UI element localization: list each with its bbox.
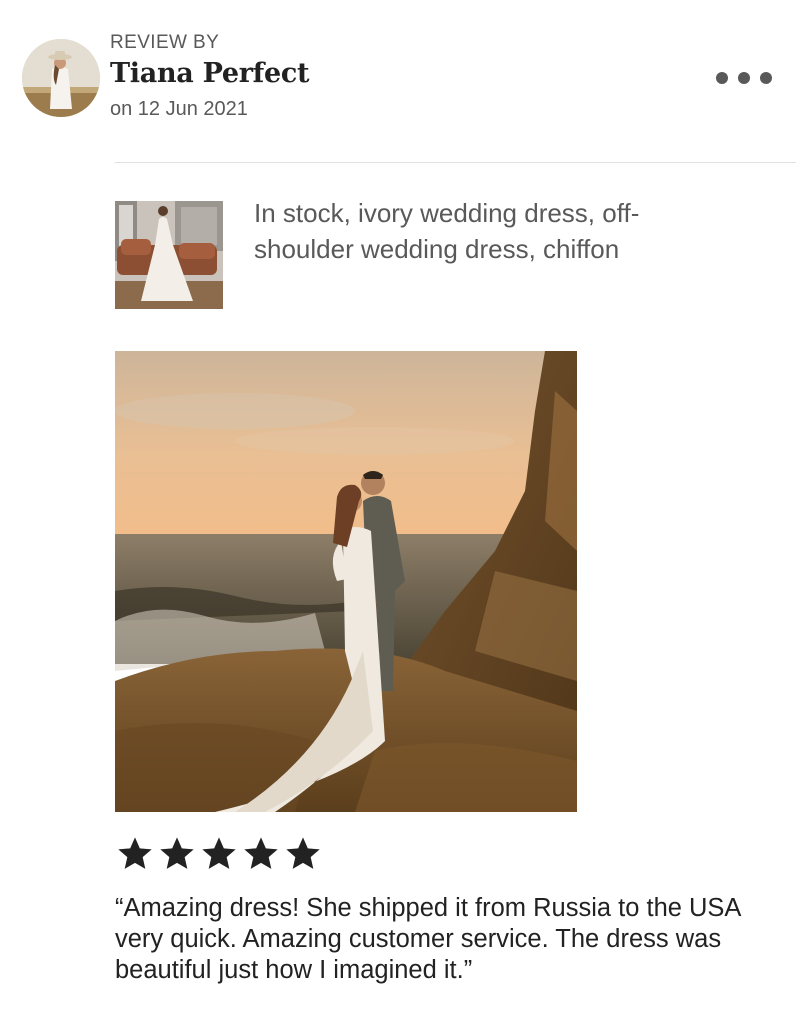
review-photo-image bbox=[115, 351, 577, 812]
review-photo[interactable] bbox=[115, 351, 577, 812]
review-by-label: REVIEW BY bbox=[110, 32, 220, 53]
divider bbox=[115, 162, 796, 163]
star-filled-icon bbox=[160, 837, 194, 869]
review-text: “Amazing dress! She shipped it from Russ… bbox=[115, 894, 741, 984]
listing-title-link[interactable]: In stock, ivory wedding dress, off-shoul… bbox=[254, 195, 734, 267]
star-filled-icon bbox=[286, 837, 320, 869]
star-filled-icon bbox=[202, 837, 236, 869]
more-options-button[interactable] bbox=[716, 64, 772, 92]
review-date: on 12 Jun 2021 bbox=[110, 98, 248, 120]
reviewer-avatar[interactable] bbox=[22, 39, 100, 117]
more-horizontal-icon bbox=[738, 72, 750, 84]
review-card: REVIEW BY Tiana Perfect on 12 Jun 2021 I… bbox=[0, 0, 796, 1024]
more-horizontal-icon bbox=[716, 72, 728, 84]
listing-thumbnail[interactable] bbox=[115, 201, 223, 309]
reviewer-avatar-image bbox=[22, 39, 100, 117]
star-filled-icon bbox=[244, 837, 278, 869]
more-horizontal-icon bbox=[760, 72, 772, 84]
listing-thumbnail-image bbox=[115, 201, 223, 309]
star-rating bbox=[115, 834, 323, 874]
star-filled-icon bbox=[118, 837, 152, 869]
reviewer-name[interactable]: Tiana Perfect bbox=[110, 58, 309, 89]
